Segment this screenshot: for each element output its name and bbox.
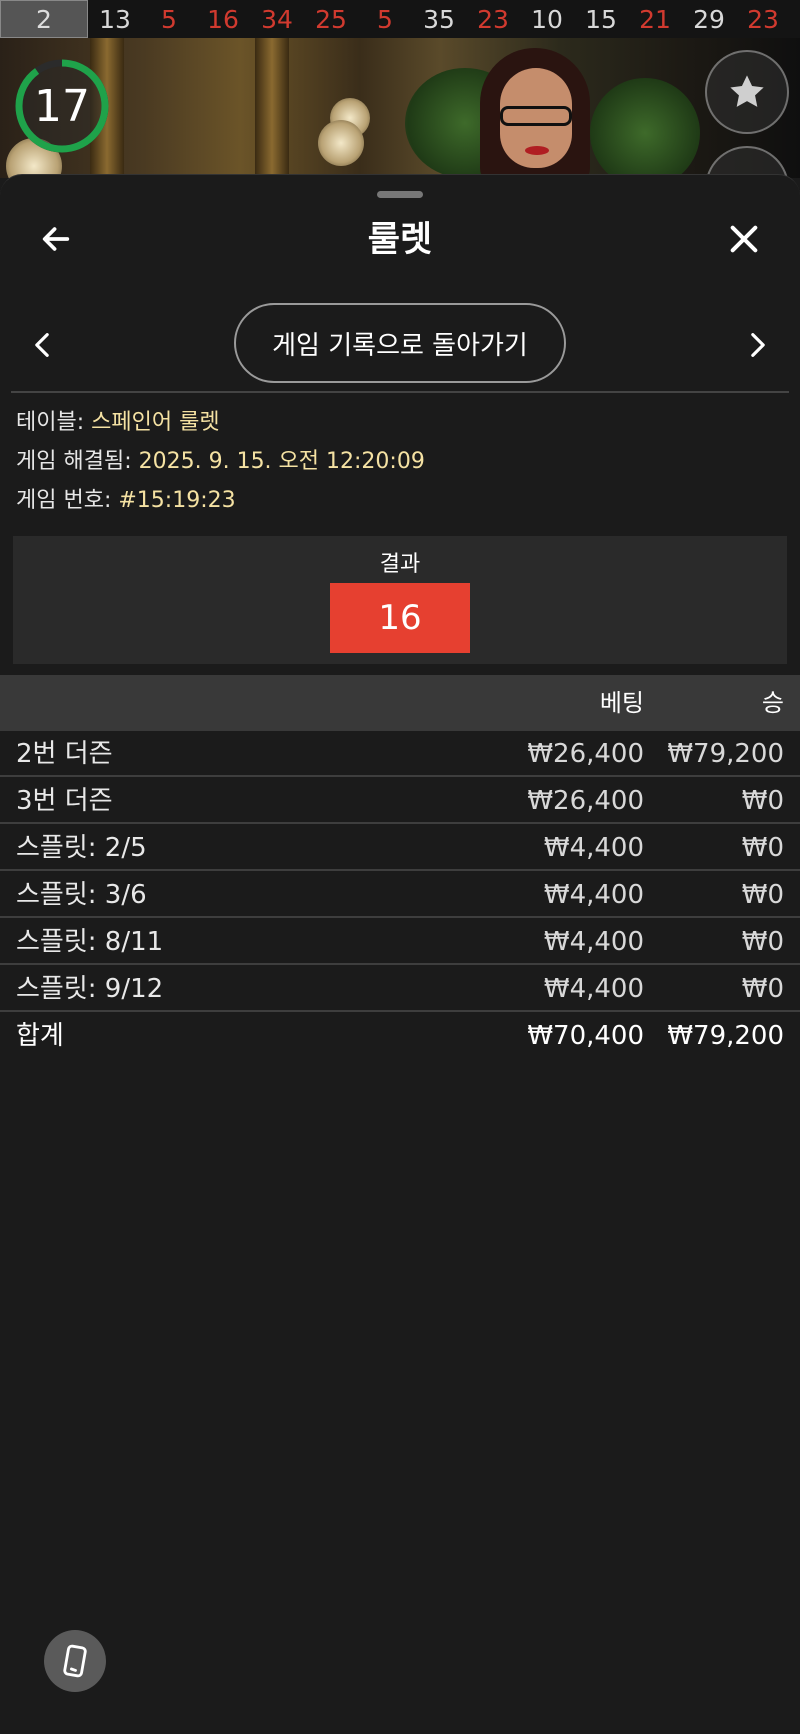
total-row: 합계 ₩70,400 ₩79,200 [0, 1013, 800, 1059]
game-detail-sheet: 룰렛 게임 기록으로 돌아가기 테이블: 스페인어 룰렛 게임 해결됨: 202… [0, 174, 800, 1734]
bet-name: 스플릿: 2/5 [16, 833, 147, 863]
sheet-title: 룰렛 [367, 220, 433, 260]
resolved-value: 2025. 9. 15. 오전 12:20:09 [138, 449, 425, 474]
chevron-right-icon [751, 333, 765, 357]
history-number: 5 [377, 4, 393, 34]
sheet-drag-handle[interactable] [377, 191, 423, 198]
table-row: 스플릿: 2/5 ₩4,400 ₩0 [0, 825, 800, 871]
bet-name: 2번 더즌 [16, 739, 113, 769]
history-number: 29 [693, 4, 725, 34]
resolved-label: 게임 해결됨: [16, 449, 139, 474]
star-icon [730, 75, 764, 107]
total-win: ₩79,200 [667, 1021, 784, 1051]
close-icon [730, 225, 758, 253]
history-number: 10 [531, 4, 563, 34]
table-row: 2번 더즌 ₩26,400 ₩79,200 [0, 731, 800, 777]
history-number: 15 [585, 4, 617, 34]
history-number: 16 [207, 4, 239, 34]
result-panel: 결과 16 [13, 536, 787, 664]
history-number: 13 [99, 4, 131, 34]
bet-amount: ₩4,400 [543, 833, 644, 863]
win-amount: ₩0 [741, 974, 784, 1004]
countdown-timer: 17 [14, 58, 110, 154]
chevron-left-icon [35, 333, 49, 357]
history-number: 23 [747, 4, 779, 34]
game-number-info: 게임 번호: #15:19:23 [16, 486, 236, 516]
bet-name: 스플릿: 3/6 [16, 880, 147, 910]
history-number: 25 [315, 4, 347, 34]
history-number: 34 [261, 4, 293, 34]
history-strip: 2 13 5 16 34 25 5 35 23 10 15 21 29 23 [0, 0, 800, 38]
next-game-button[interactable] [744, 325, 772, 365]
close-button[interactable] [724, 219, 764, 259]
dealer [470, 48, 600, 178]
bet-amount: ₩26,400 [527, 739, 644, 769]
video-pillar [255, 38, 289, 178]
timer-value: 17 [34, 80, 90, 132]
bet-amount: ₩4,400 [543, 974, 644, 1004]
table-value: 스페인어 룰렛 [91, 410, 220, 435]
dealer-glasses [500, 106, 572, 126]
game-number-label: 게임 번호: [16, 488, 119, 513]
video-plant [590, 78, 700, 178]
history-number: 35 [423, 4, 455, 34]
rotate-device-button[interactable] [44, 1630, 106, 1692]
favorite-button[interactable] [705, 50, 789, 134]
win-amount: ₩79,200 [667, 739, 784, 769]
history-number: 23 [477, 4, 509, 34]
back-button[interactable] [36, 219, 76, 259]
table-row: 3번 더즌 ₩26,400 ₩0 [0, 778, 800, 824]
bets-table-header: 베팅 승 [0, 675, 800, 731]
resolved-info: 게임 해결됨: 2025. 9. 15. 오전 12:20:09 [16, 447, 425, 477]
history-number: 5 [161, 4, 177, 34]
table-row: 스플릿: 9/12 ₩4,400 ₩0 [0, 966, 800, 1012]
table-label: 테이블: [16, 410, 92, 435]
win-amount: ₩0 [741, 880, 784, 910]
video-lamp [318, 120, 364, 166]
result-label: 결과 [379, 552, 421, 577]
game-number-value: #15:19:23 [118, 488, 236, 513]
bet-amount: ₩26,400 [527, 786, 644, 816]
live-video [0, 38, 800, 178]
previous-game-button[interactable] [28, 325, 56, 365]
win-amount: ₩0 [741, 786, 784, 816]
table-info: 테이블: 스페인어 룰렛 [16, 408, 220, 438]
history-number: 21 [639, 4, 671, 34]
total-bet: ₩70,400 [527, 1021, 644, 1051]
back-to-history-button[interactable]: 게임 기록으로 돌아가기 [234, 303, 566, 383]
divider [11, 391, 789, 393]
bet-name: 3번 더즌 [16, 786, 113, 816]
win-column-header: 승 [761, 689, 784, 717]
bet-name: 스플릿: 9/12 [16, 974, 164, 1004]
bet-name: 스플릿: 8/11 [16, 927, 164, 957]
dealer-lips [525, 146, 549, 155]
total-label: 합계 [16, 1021, 64, 1051]
history-number: 2 [0, 0, 88, 38]
bet-amount: ₩4,400 [543, 880, 644, 910]
result-number: 16 [330, 583, 470, 653]
win-amount: ₩0 [741, 833, 784, 863]
bet-column-header: 베팅 [599, 689, 644, 717]
win-amount: ₩0 [741, 927, 784, 957]
bet-amount: ₩4,400 [543, 927, 644, 957]
table-row: 스플릿: 3/6 ₩4,400 ₩0 [0, 872, 800, 918]
phone-rotate-icon [63, 1644, 87, 1678]
table-row: 스플릿: 8/11 ₩4,400 ₩0 [0, 919, 800, 965]
arrow-left-icon [42, 227, 70, 251]
